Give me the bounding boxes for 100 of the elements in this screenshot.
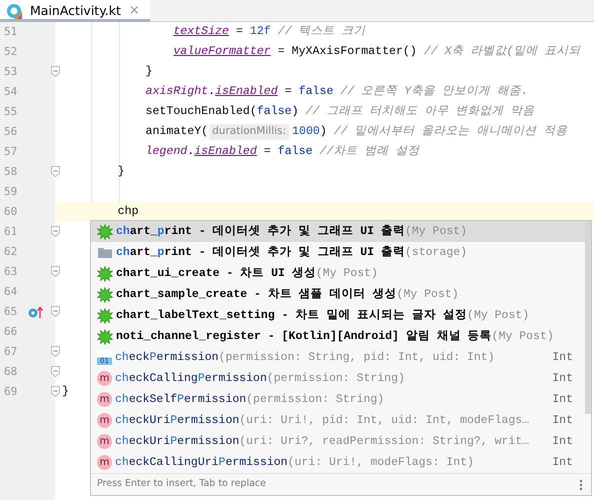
item-source: (My Post) <box>316 266 378 282</box>
item-description: - 차트 밑에 표시되는 글자 설정 <box>280 308 468 324</box>
fold-icon[interactable] <box>51 66 60 77</box>
number-literal: 1000 <box>292 124 320 140</box>
line-number: 59 <box>3 184 18 200</box>
item-name: chart_sample_create <box>116 286 248 303</box>
line-number: 66 <box>3 324 18 340</box>
item-parameters: (uri: Uri?, readPermission: String?, writ… <box>239 434 530 450</box>
parameter-hint: durationMillis: <box>209 124 290 140</box>
property-name: textSize <box>173 24 229 40</box>
fold-icon[interactable] <box>51 346 60 357</box>
tab-title: MainActivity.kt <box>30 2 121 20</box>
keyword: false <box>298 84 334 100</box>
completion-item[interactable]: m checkCallingUriPermission(uri: Uri!, modeFlags: Int) Int <box>91 452 585 473</box>
code-text: } <box>62 384 69 400</box>
line-number: 53 <box>3 64 18 80</box>
property-name: isEnabled <box>194 144 257 160</box>
code-text: = <box>236 24 244 40</box>
kotlin-class-icon <box>6 3 22 19</box>
live-template-icon <box>97 286 113 302</box>
fold-icon[interactable] <box>51 306 60 317</box>
item-name: checkUriPermission <box>115 412 240 429</box>
line-number: 64 <box>3 284 18 300</box>
completion-item[interactable]: m checkSelfPermission(permission: String) Int <box>91 389 585 410</box>
code-comment: // 그래프 터치해도 아무 변화없게 막음 <box>306 104 534 120</box>
item-parameters: (permission: String) <box>266 370 405 387</box>
return-type: Int <box>552 412 573 429</box>
completion-item[interactable]: chart_print - 데이터셋 추가 및 그래프 UI 출력(My Post) <box>91 221 585 242</box>
method-icon: m <box>97 434 112 449</box>
item-parameters: (permission: String) <box>246 392 384 408</box>
live-template-icon <box>97 266 113 282</box>
property-name: valueFormatter <box>173 44 271 60</box>
completion-item[interactable]: m checkCallingPermission(permission: String) Int <box>91 368 585 389</box>
return-type: Int <box>552 392 573 408</box>
item-name: checkCallingUriPermission <box>115 454 288 471</box>
item-description: - 차트 샘플 데이터 생성 <box>253 286 397 303</box>
completion-item[interactable]: chart_labelText_setting - 차트 밑에 표시되는 글자 설정(My Post) <box>91 305 585 326</box>
code-comment: // 오른쪽 Y축을 안보이게 해줌. <box>340 84 528 100</box>
code-text: animateY( <box>146 124 208 140</box>
live-template-icon <box>97 328 113 344</box>
line-number: 62 <box>3 244 18 260</box>
scrollbar-thumb[interactable] <box>585 221 591 414</box>
item-description: - 차트 UI 생성 <box>225 266 316 282</box>
line-number: 58 <box>3 164 18 180</box>
item-source: (My Post) <box>492 328 554 345</box>
line-number: 69 <box>3 384 18 400</box>
return-type: Int <box>552 350 573 366</box>
fold-icon[interactable] <box>51 266 60 277</box>
line-number: 61 <box>3 224 18 240</box>
code-text: . <box>187 144 194 160</box>
line-number: 68 <box>3 364 18 380</box>
completion-item[interactable]: m checkUriPermission(uri: Uri?, readPermission: String?, writ… Int <box>91 431 585 452</box>
code-comment: // 밑에서부터 올라오는 애니메이션 적용 <box>334 124 568 140</box>
completion-item[interactable]: chart_print - 데이터셋 추가 및 그래프 UI 출력(storage) <box>91 242 585 263</box>
code-text: setTouchEnabled( <box>146 104 257 120</box>
item-source: (My Post) <box>396 286 459 303</box>
method-icon: m <box>97 392 112 407</box>
item-parameters: (uri: Uri!, modeFlags: Int) <box>288 454 474 471</box>
fold-icon[interactable] <box>51 166 60 177</box>
property-name: isEnabled <box>215 84 278 100</box>
item-name: checkSelfPermission <box>115 392 246 408</box>
fold-icon[interactable] <box>51 386 60 397</box>
fold-icon[interactable] <box>51 366 60 377</box>
return-type: Int <box>552 454 573 471</box>
item-name: checkPermission <box>115 350 219 366</box>
item-description: - 데이터셋 추가 및 그래프 UI 출력 <box>198 244 405 261</box>
item-description: - 데이터셋 추가 및 그래프 UI 출력 <box>198 224 405 240</box>
line-number: 51 <box>3 24 18 40</box>
code-text: = <box>284 84 293 100</box>
code-comment: // 텍스트 크기 <box>278 24 366 40</box>
item-name: chart_print <box>116 244 192 261</box>
file-tab[interactable]: MainActivity.kt × <box>0 0 150 22</box>
item-parameters: (uri: Uri!, pid: Int, uid: Int, modeFlags… <box>239 412 530 429</box>
item-name: chart_print <box>116 224 192 240</box>
completion-item[interactable]: noti_channel_register - [Kotlin][Android] 알림 채널 등록(My Post) <box>91 326 585 347</box>
line-number: 65 <box>3 304 18 320</box>
item-source: (storage) <box>404 244 468 261</box>
property-name: axisRight <box>146 84 208 100</box>
number-literal: 12f <box>250 24 271 40</box>
property-name: legend <box>146 144 188 160</box>
return-type: Int <box>552 370 573 387</box>
completion-item[interactable]: chart_ui_create - 차트 UI 생성(My Post) <box>91 263 585 284</box>
code-text: chp <box>118 204 139 220</box>
line-number: 56 <box>3 124 18 140</box>
line-number: 67 <box>3 344 18 360</box>
fold-icon[interactable] <box>51 226 60 237</box>
footer-hint: Press Enter to insert, Tab to replace <box>97 477 266 492</box>
code-text: } <box>118 164 125 180</box>
line-number: 57 <box>3 144 18 160</box>
completion-item[interactable]: m checkUriPermission(uri: Uri!, pid: Int, uid: Int, modeFlags… Int <box>91 410 585 431</box>
line-number: 63 <box>3 264 18 280</box>
line-number: 52 <box>3 44 18 60</box>
live-template-icon <box>97 308 113 324</box>
completion-item[interactable]: chart_sample_create - 차트 샘플 데이터 생성(My Post) <box>91 284 585 305</box>
return-type: Int <box>552 434 573 450</box>
more-options-icon[interactable] <box>579 478 583 490</box>
line-number: 60 <box>3 204 18 220</box>
item-name: noti_channel_register <box>116 328 261 345</box>
code-comment: //차트 범례 설정 <box>320 144 420 160</box>
code-text: = <box>264 144 272 160</box>
